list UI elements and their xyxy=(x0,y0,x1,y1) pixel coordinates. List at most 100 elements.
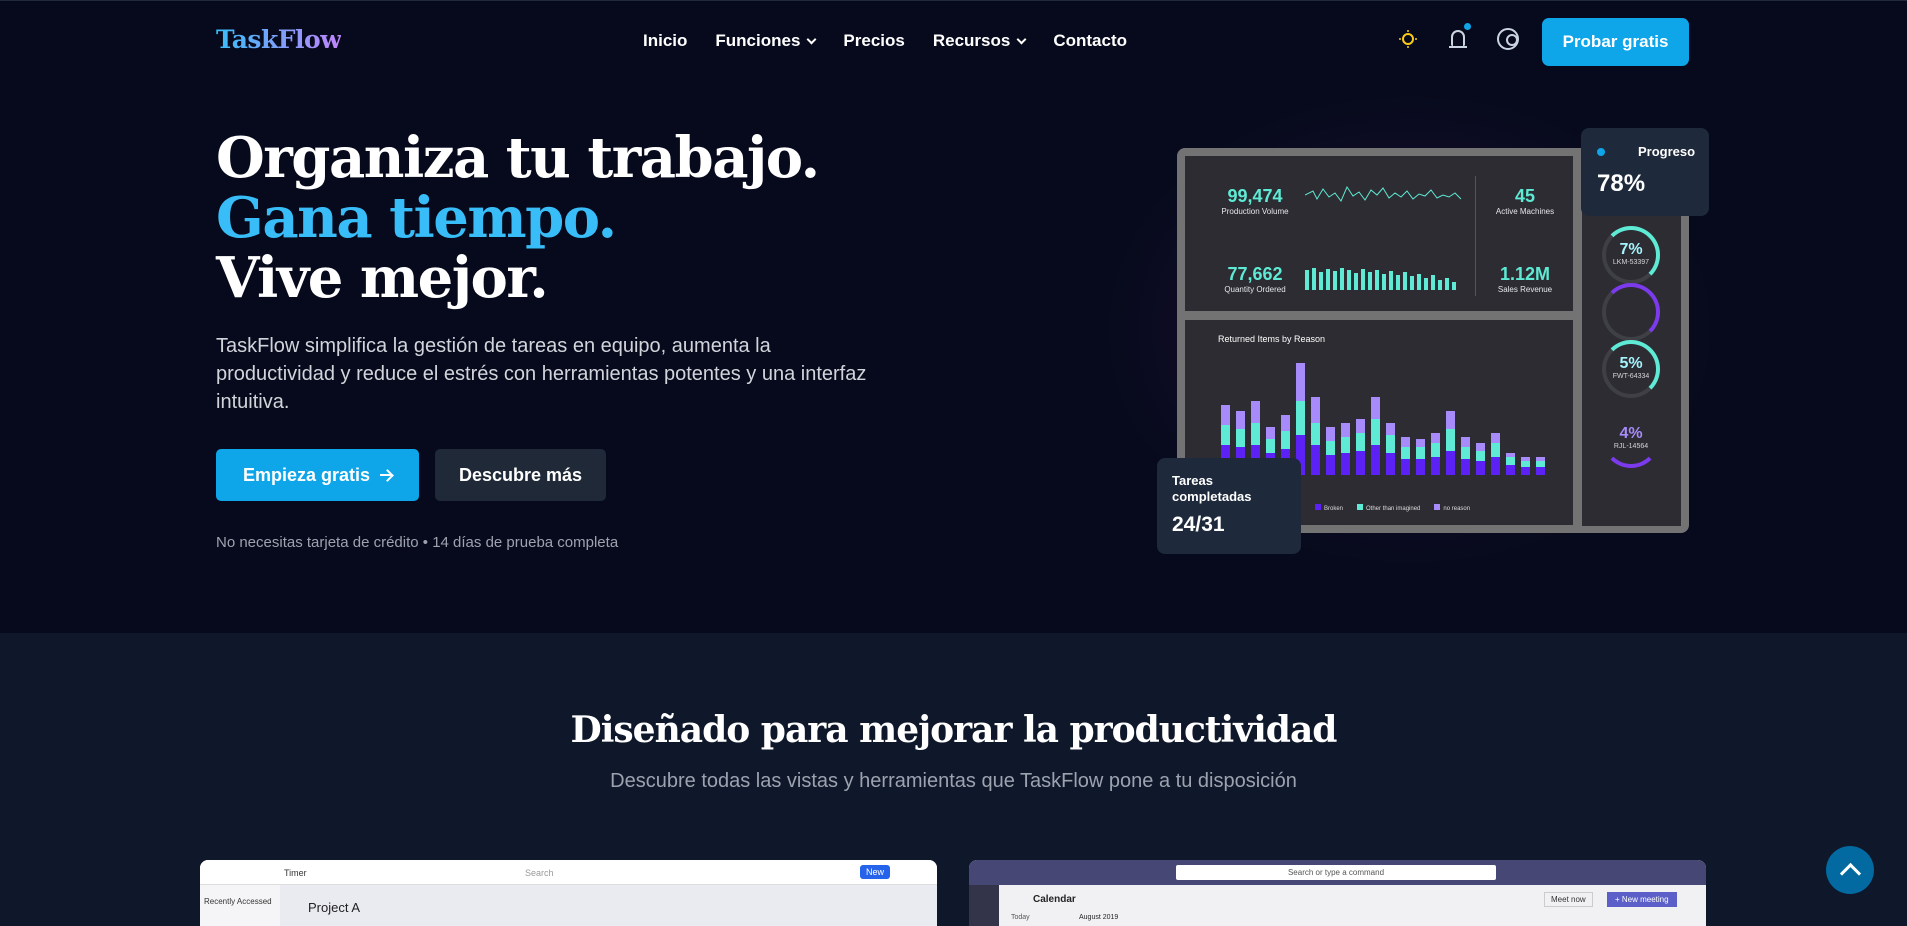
bar-segment xyxy=(1281,415,1290,431)
scroll-to-top-button[interactable] xyxy=(1826,846,1874,894)
screenshot-calendar[interactable]: Search or type a command Calendar Meet n… xyxy=(969,860,1706,926)
bar-segment xyxy=(1506,465,1515,475)
section-title: Diseñado para mejorar la productividad xyxy=(570,709,1338,751)
chevron-down-icon xyxy=(806,34,817,44)
timer-topbar: Timer Search New xyxy=(200,860,937,885)
mini-bar xyxy=(1319,272,1323,290)
nav-item-inicio[interactable]: Inicio xyxy=(643,31,687,51)
bar-segment xyxy=(1401,447,1410,459)
mini-bar xyxy=(1375,270,1379,290)
top-navbar: TaskFlow Inicio Funciones Precios Recurs… xyxy=(0,0,1907,82)
nav-label: Recursos xyxy=(932,31,1011,50)
mini-bar xyxy=(1389,271,1393,290)
mini-bar xyxy=(1382,274,1386,290)
stacked-bar xyxy=(1446,411,1455,475)
stacked-bar xyxy=(1506,453,1515,475)
mini-bar xyxy=(1347,270,1351,290)
try-free-button[interactable]: Probar gratis xyxy=(1542,18,1689,66)
discover-more-button[interactable]: Descubre más xyxy=(435,449,606,501)
mini-bar xyxy=(1424,278,1428,290)
kpi-machines: 45 Active Machines xyxy=(1485,186,1565,216)
bar-segment xyxy=(1341,423,1350,437)
bar-segment xyxy=(1416,439,1425,447)
bar-segment xyxy=(1476,461,1485,475)
landing-page: TaskFlow Inicio Funciones Precios Recurs… xyxy=(0,0,1907,926)
new-button: New xyxy=(860,865,891,879)
search-field: Search xyxy=(525,868,554,878)
legend-label: Broken xyxy=(1324,506,1344,512)
nav-icons xyxy=(1397,23,1519,50)
kpi-ordered: 77,662 Quantity Ordered xyxy=(1205,264,1305,294)
kpi-value: 1.12M xyxy=(1499,264,1551,284)
command-search: Search or type a command xyxy=(1176,865,1496,880)
stacked-bar xyxy=(1296,363,1305,475)
bar-segment xyxy=(1341,453,1350,475)
bar-segment xyxy=(1356,433,1365,451)
divider xyxy=(1475,176,1476,296)
calendar-title: Calendar xyxy=(1033,894,1076,905)
mini-bar xyxy=(1368,272,1372,290)
kpi-value: 99,474 xyxy=(1227,186,1283,206)
stacked-bar xyxy=(1371,397,1380,475)
stacked-bar xyxy=(1311,397,1320,475)
new-meeting-button: + New meeting xyxy=(1607,892,1677,907)
stacked-bar xyxy=(1326,427,1335,475)
bar-segment xyxy=(1341,437,1350,453)
main-menu: Inicio Funciones Precios Recursos Contac… xyxy=(643,31,1127,51)
button-label: Empieza gratis xyxy=(242,464,371,485)
bar-segment xyxy=(1401,459,1410,475)
arrow-right-icon xyxy=(380,469,393,481)
project-title: Project A xyxy=(308,900,361,915)
nav-label: Funciones xyxy=(715,31,801,50)
nav-item-funciones[interactable]: Funciones xyxy=(715,31,817,51)
bar-segment xyxy=(1491,457,1500,475)
chart-title: Returned Items by Reason xyxy=(1218,334,1326,344)
nav-item-contacto[interactable]: Contacto xyxy=(1053,31,1127,51)
features-section: Diseñado para mejorar la productividad D… xyxy=(0,633,1907,926)
teams-topbar: Search or type a command xyxy=(969,860,1706,885)
nav-item-recursos[interactable]: Recursos xyxy=(932,31,1027,51)
gauge-value: 4% xyxy=(1619,425,1643,442)
mini-bar-chart xyxy=(1305,266,1465,290)
bar-segment xyxy=(1356,419,1365,433)
stacked-bar xyxy=(1431,433,1440,475)
meet-now-button: Meet now xyxy=(1544,892,1593,907)
bar-segment xyxy=(1386,423,1395,435)
bar-segment xyxy=(1251,423,1260,445)
kpi-value: 45 xyxy=(1514,186,1536,206)
gauge-label: RJL-14564 xyxy=(1613,443,1649,450)
legend-label: no reason xyxy=(1443,506,1471,512)
bar-segment xyxy=(1446,429,1455,451)
sun-icon xyxy=(1402,33,1414,45)
bar-segment xyxy=(1221,425,1230,445)
nav-label: Inicio xyxy=(643,31,688,50)
bar-segment xyxy=(1431,457,1440,475)
mini-bar xyxy=(1340,268,1344,290)
notifications-button[interactable] xyxy=(1447,23,1471,50)
stacked-bar xyxy=(1461,437,1470,475)
tasks-card: Tareas completadas 24/31 xyxy=(1157,458,1301,554)
nav-item-precios[interactable]: Precios xyxy=(843,31,904,51)
status-dot xyxy=(1597,148,1605,156)
bar-segment xyxy=(1296,363,1305,401)
bar-segment xyxy=(1386,453,1395,475)
mini-bar xyxy=(1431,275,1435,290)
kpi-revenue: 1.12M Sales Revenue xyxy=(1485,264,1565,294)
brand-logo[interactable]: TaskFlow xyxy=(216,25,342,54)
legend-broken: Broken xyxy=(1315,504,1343,512)
mini-bar xyxy=(1333,271,1337,290)
gauge-2 xyxy=(1602,283,1660,341)
theme-toggle-button[interactable] xyxy=(1397,28,1419,50)
chart-legend: Broken Other than imagined no reason xyxy=(1315,504,1470,512)
screenshot-timer[interactable]: Timer Search New Recently Accessed Proje… xyxy=(200,860,937,926)
stacked-bar xyxy=(1356,419,1365,475)
stacked-bar xyxy=(1341,423,1350,475)
progress-card: Progreso 78% xyxy=(1581,128,1709,216)
kpi-panel: 99,474 Production Volume 45 Active Machine… xyxy=(1185,156,1573,311)
bar-segment xyxy=(1236,429,1245,447)
bar-segment xyxy=(1506,457,1515,465)
mini-bar xyxy=(1403,272,1407,290)
mini-bar xyxy=(1410,276,1414,290)
user-icon[interactable] xyxy=(1497,28,1519,50)
start-free-button[interactable]: Empieza gratis xyxy=(216,449,419,501)
